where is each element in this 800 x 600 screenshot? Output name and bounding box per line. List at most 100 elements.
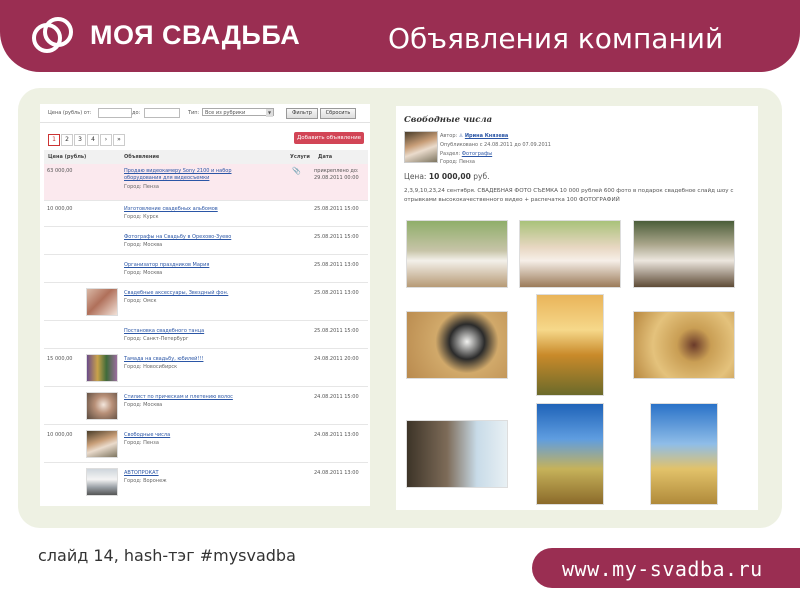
row-city: Город: Пенза [124, 184, 159, 190]
col-services: Услуги [290, 154, 310, 160]
gallery-photo[interactable] [406, 311, 508, 379]
row-city: Город: Воронеж [124, 478, 167, 484]
row-city: Город: Москва [124, 402, 163, 408]
ad-description: 2,3,9,10,23,24 сентября. СВАДЕБНАЯ ФОТО … [404, 188, 734, 203]
ad-title: Свободные числа [404, 115, 493, 125]
page-2[interactable]: 2 [61, 134, 73, 146]
ad-section-line: Раздел: Фотографы [440, 151, 492, 157]
rings-icon [32, 17, 73, 53]
row-date: 24.08.2011 15:00 [314, 394, 359, 400]
gallery-photo[interactable] [406, 220, 508, 288]
price-from-input[interactable] [98, 108, 132, 118]
footer-url-bar: www.my-svadba.ru [532, 548, 800, 588]
section-label: Раздел: [440, 151, 461, 157]
row-city: Город: Москва [124, 242, 163, 248]
row-city: Город: Москва [124, 270, 163, 276]
row-price: 10 000,00 [47, 206, 73, 212]
page-next[interactable]: › [100, 134, 112, 146]
row-title-link[interactable]: Свободные числа [124, 432, 264, 439]
row-date: прикреплено до: 29.08.2011 00:00 [314, 168, 359, 181]
row-date: 25.08.2011 13:00 [314, 262, 359, 268]
row-title-link[interactable]: Изготовление свадебных альбомов [124, 206, 264, 213]
ad-published: Опубликовано с 24.08.2011 до 07.09.2011 [440, 142, 551, 148]
row-city: Город: Новосибирск [124, 364, 178, 370]
row-price: 63 000,00 [47, 168, 73, 174]
row-city: Город: Омск [124, 298, 157, 304]
reset-button[interactable]: Сбросить [320, 108, 356, 119]
ad-author-line: Автор: ♙ Ирина Князева [440, 133, 508, 139]
price-currency: руб. [473, 172, 490, 181]
ad-city: Город: Пенза [440, 159, 475, 165]
listing-thumbnail[interactable] [86, 468, 118, 496]
row-city: Город: Санкт-Петербург [124, 336, 189, 342]
table-row: Организатор праздников Мария Город: Моск… [44, 258, 368, 283]
table-row: Постановка свадебного танца Город: Санкт… [44, 324, 368, 349]
row-date: 25.08.2011 15:00 [314, 206, 359, 212]
ad-price-line: Цена: 10 000,00 руб. [404, 172, 489, 181]
section-link[interactable]: Фотографы [462, 151, 492, 157]
row-date: 25.08.2011 15:00 [314, 234, 359, 240]
type-select[interactable]: Все из рубрики ▼ [202, 108, 274, 117]
gallery-photo[interactable] [406, 420, 508, 488]
listing-thumbnail[interactable] [86, 288, 118, 316]
gallery-photo[interactable] [633, 311, 735, 379]
listing-thumbnail[interactable] [86, 430, 118, 458]
row-price: 10 000,00 [47, 432, 73, 438]
filter-button[interactable]: Фильтр [286, 108, 318, 119]
gallery-photo[interactable] [536, 294, 604, 396]
row-title-link[interactable]: Фотографы на Свадьбу в Орехово-Зуево [124, 234, 264, 241]
page-3[interactable]: 3 [74, 134, 86, 146]
table-row: Фотографы на Свадьбу в Орехово-Зуево Гор… [44, 230, 368, 255]
filter-bar: Цена (рубль) от: до: Тип: Все из рубрики… [40, 104, 370, 123]
price-from-label: Цена (рубль) от: [48, 110, 92, 116]
table-row: 10 000,00 Свободные числа Город: Пенза 2… [44, 428, 368, 463]
row-title-link[interactable]: Тамада на свадьбу, юбилей!!! [124, 356, 264, 363]
price-to-input[interactable] [144, 108, 180, 118]
row-title-link[interactable]: Стилист по прическам и плетению волос [124, 394, 264, 401]
author-avatar [404, 131, 438, 163]
listing-thumbnail[interactable] [86, 392, 118, 420]
type-label: Тип: [188, 110, 200, 116]
row-price: 15 000,00 [47, 356, 73, 362]
row-city: Город: Пенза [124, 440, 159, 446]
slide-title: Объявления компаний [388, 22, 724, 55]
col-price: Цена (рубль) [48, 154, 87, 160]
listing-thumbnail[interactable] [86, 354, 118, 382]
page-last[interactable]: » [113, 134, 125, 146]
row-title-link[interactable]: Постановка свадебного танца [124, 328, 264, 335]
table-row: Свадебные аксессуары, Звездный фон. Горо… [44, 286, 368, 321]
gallery-photo[interactable] [519, 220, 621, 288]
table-row: Стилист по прическам и плетению волос Го… [44, 390, 368, 425]
ad-detail-panel: Свободные числа Автор: ♙ Ирина Князева О… [396, 106, 758, 510]
row-date: 24.08.2011 13:00 [314, 470, 359, 476]
page-1[interactable]: 1 [48, 134, 60, 146]
row-title-link[interactable]: Продаю видеокамеру Sony 2100 и набор обо… [124, 168, 264, 182]
paperclip-icon: 📎 [292, 167, 301, 175]
row-date: 24.08.2011 20:00 [314, 356, 359, 362]
table-row: 10 000,00 Изготовление свадебных альбомо… [44, 202, 368, 227]
gallery-photo[interactable] [633, 220, 735, 288]
price-to-label: до: [132, 110, 141, 116]
page-4[interactable]: 4 [87, 134, 99, 146]
header-banner: МОЯ СВАДЬБА Объявления компаний [0, 0, 800, 72]
footer-url[interactable]: www.my-svadba.ru [562, 557, 763, 581]
type-select-value: Все из рубрики [205, 110, 246, 116]
table-row: АВТОПРОКАТ Город: Воронеж 24.08.2011 13:… [44, 466, 368, 500]
price-value: 10 000,00 [428, 172, 471, 181]
col-date: Дата [318, 154, 333, 160]
gallery-photo[interactable] [536, 403, 604, 505]
row-city: Город: Курск [124, 214, 159, 220]
table-row: 15 000,00 Тамада на свадьбу, юбилей!!! Г… [44, 352, 368, 387]
col-ad: Объявление [124, 154, 160, 160]
row-title-link[interactable]: АВТОПРОКАТ [124, 470, 264, 477]
row-title-link[interactable]: Организатор праздников Мария [124, 262, 264, 269]
gallery-photo[interactable] [650, 403, 718, 505]
slide-note: слайд 14, hash-тэг #mysvadba [38, 546, 296, 565]
author-link[interactable]: Ирина Князева [465, 133, 508, 139]
row-date: 25.08.2011 13:00 [314, 290, 359, 296]
table-header: Цена (рубль) Объявление Услуги Дата [44, 150, 368, 165]
author-label: Автор: [440, 133, 458, 139]
add-listing-button[interactable]: Добавить объявление [294, 132, 364, 144]
row-title-link[interactable]: Свадебные аксессуары, Звездный фон. [124, 290, 264, 297]
row-date: 24.08.2011 13:00 [314, 432, 359, 438]
